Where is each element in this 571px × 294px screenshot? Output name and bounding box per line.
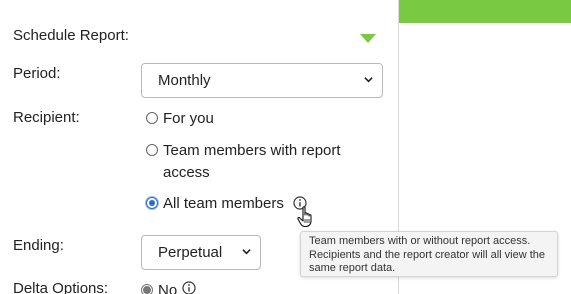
radio-all-team-label: All team members: [163, 195, 284, 212]
ending-select[interactable]: Perpetual: [141, 235, 261, 270]
radio-all-team[interactable]: [146, 197, 158, 209]
info-icon[interactable]: [182, 281, 196, 294]
recipient-option-all-team[interactable]: All team members: [146, 193, 316, 215]
chevron-down-icon: [364, 77, 373, 83]
period-select-value: Monthly: [158, 72, 211, 89]
green-header-bar: [399, 0, 571, 23]
triangle-down-icon[interactable]: [360, 34, 376, 43]
ending-label: Ending:: [13, 237, 64, 254]
recipient-option-for-you[interactable]: For you: [146, 108, 346, 130]
delta-options-label: Delta Options:: [13, 280, 109, 294]
radio-team-with-access-label: Team members with report access: [163, 142, 341, 181]
radio-delta-no[interactable]: [141, 284, 153, 294]
radio-delta-no-label: No: [158, 282, 178, 294]
tooltip-text: Team members with or without report acce…: [309, 235, 546, 274]
recipient-label: Recipient:: [13, 109, 80, 126]
radio-for-you[interactable]: [146, 112, 158, 124]
schedule-report-label: Schedule Report:: [13, 27, 129, 44]
radio-for-you-label: For you: [163, 110, 214, 127]
recipient-option-team-with-access[interactable]: Team members with report access: [146, 140, 376, 184]
period-select[interactable]: Monthly: [141, 63, 383, 98]
radio-team-with-access[interactable]: [146, 144, 158, 156]
period-label: Period:: [13, 65, 61, 82]
chevron-down-icon: [242, 249, 251, 255]
tooltip: Team members with or without report acce…: [300, 231, 558, 277]
hand-pointer-icon: [297, 206, 312, 228]
ending-select-value: Perpetual: [158, 244, 223, 261]
